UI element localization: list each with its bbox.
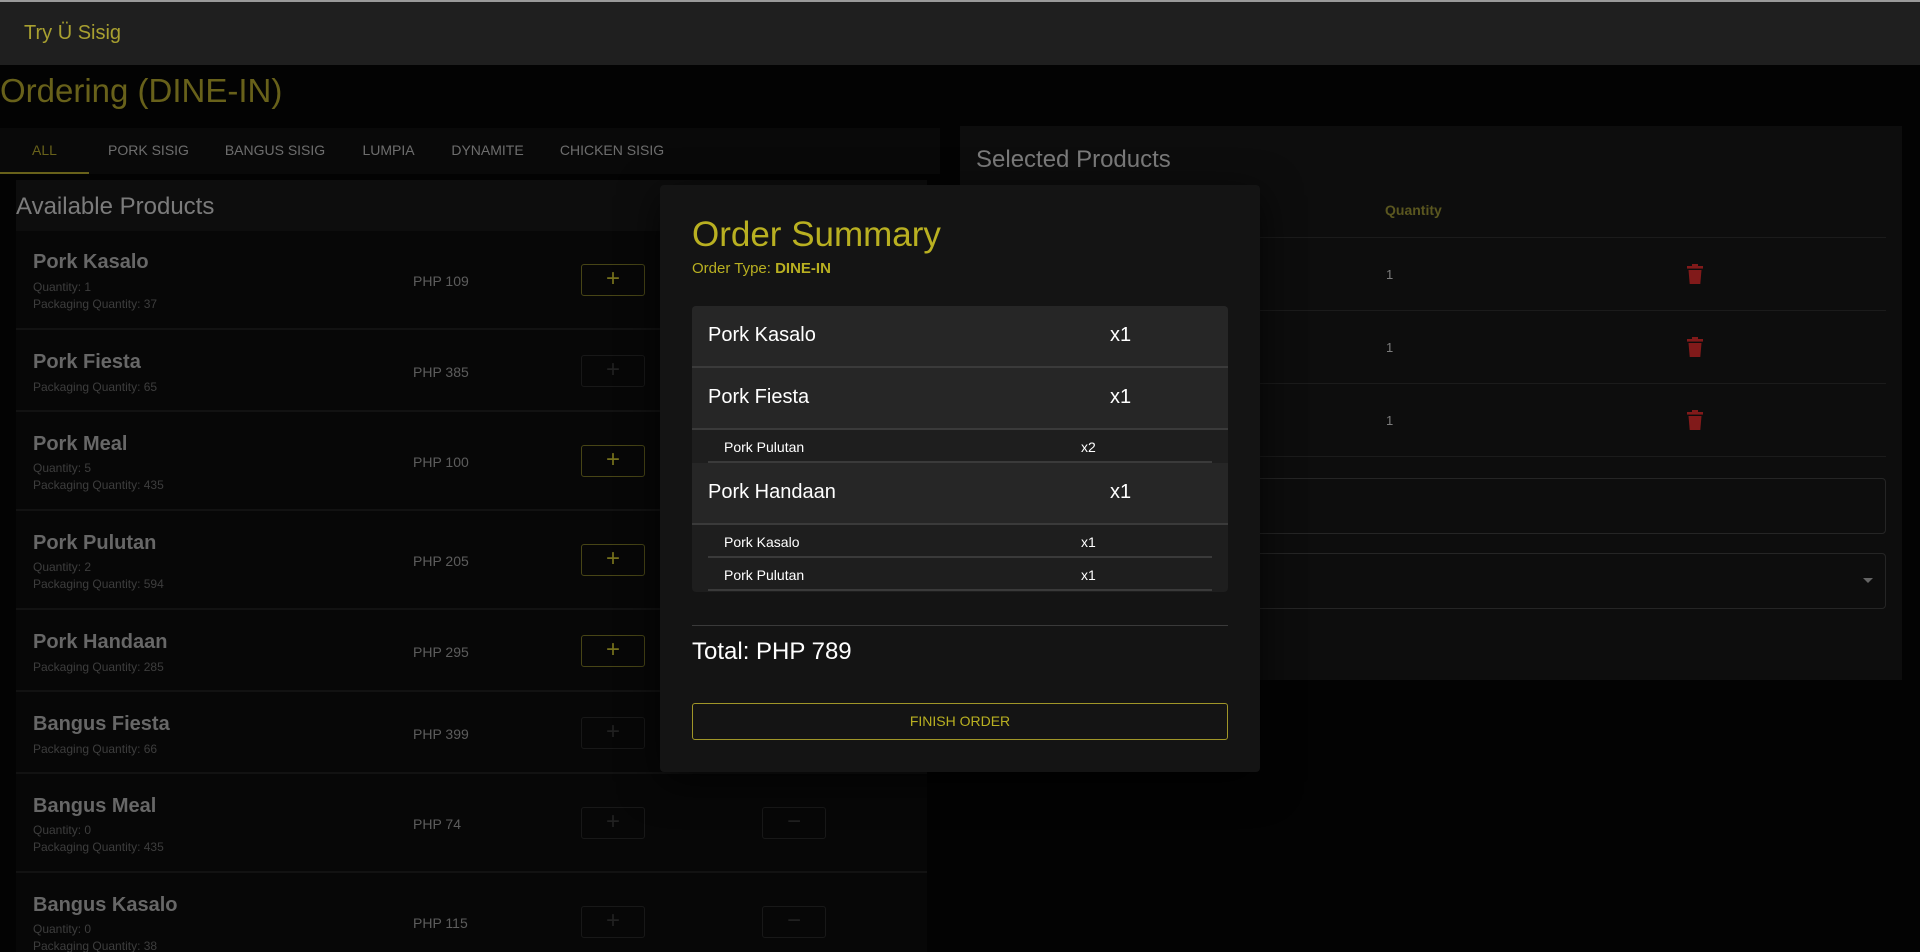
summary-item-qty: x1	[1110, 324, 1132, 346]
summary-item: Pork Handaan x1	[692, 463, 1228, 525]
summary-item-name: Pork Kasalo	[708, 324, 816, 346]
summary-item-qty: x1	[1110, 386, 1132, 408]
summary-item: Pork Fiesta x1	[692, 368, 1228, 430]
summary-subitem: Pork Kasalo x1	[708, 525, 1212, 558]
summary-subitem-name: Pork Kasalo	[724, 534, 800, 550]
summary-subitem: Pork Pulutan x2	[708, 430, 1212, 463]
summary-subitem-qty: x1	[1081, 534, 1096, 550]
order-total: Total: PHP 789	[692, 638, 852, 665]
order-summary-list: Pork Kasalo x1 Pork Fiesta x1 Pork Pulut…	[692, 306, 1228, 592]
order-summary-dialog: Order Summary Order Type: DINE-IN Pork K…	[660, 185, 1260, 772]
order-summary-title: Order Summary	[692, 215, 941, 254]
order-type-label: Order Type:	[692, 260, 776, 277]
summary-item-name: Pork Handaan	[708, 481, 836, 503]
summary-subitem: Pork Pulutan x1	[708, 558, 1212, 591]
summary-item-qty: x1	[1110, 481, 1132, 503]
app-brand[interactable]: Try Ü Sisig	[24, 22, 121, 45]
finish-order-button[interactable]: FINISH ORDER	[692, 703, 1228, 740]
summary-item: Pork Kasalo x1	[692, 306, 1228, 368]
summary-subitem-qty: x1	[1081, 567, 1096, 583]
summary-subitem-name: Pork Pulutan	[724, 567, 805, 583]
summary-subitem-qty: x2	[1081, 439, 1096, 455]
summary-subitem-name: Pork Pulutan	[724, 439, 805, 455]
order-type: Order Type: DINE-IN	[692, 260, 831, 277]
app-bar: Try Ü Sisig	[0, 2, 1920, 65]
summary-divider	[692, 625, 1228, 626]
summary-item-name: Pork Fiesta	[708, 386, 810, 408]
order-type-value: DINE-IN	[775, 260, 831, 277]
